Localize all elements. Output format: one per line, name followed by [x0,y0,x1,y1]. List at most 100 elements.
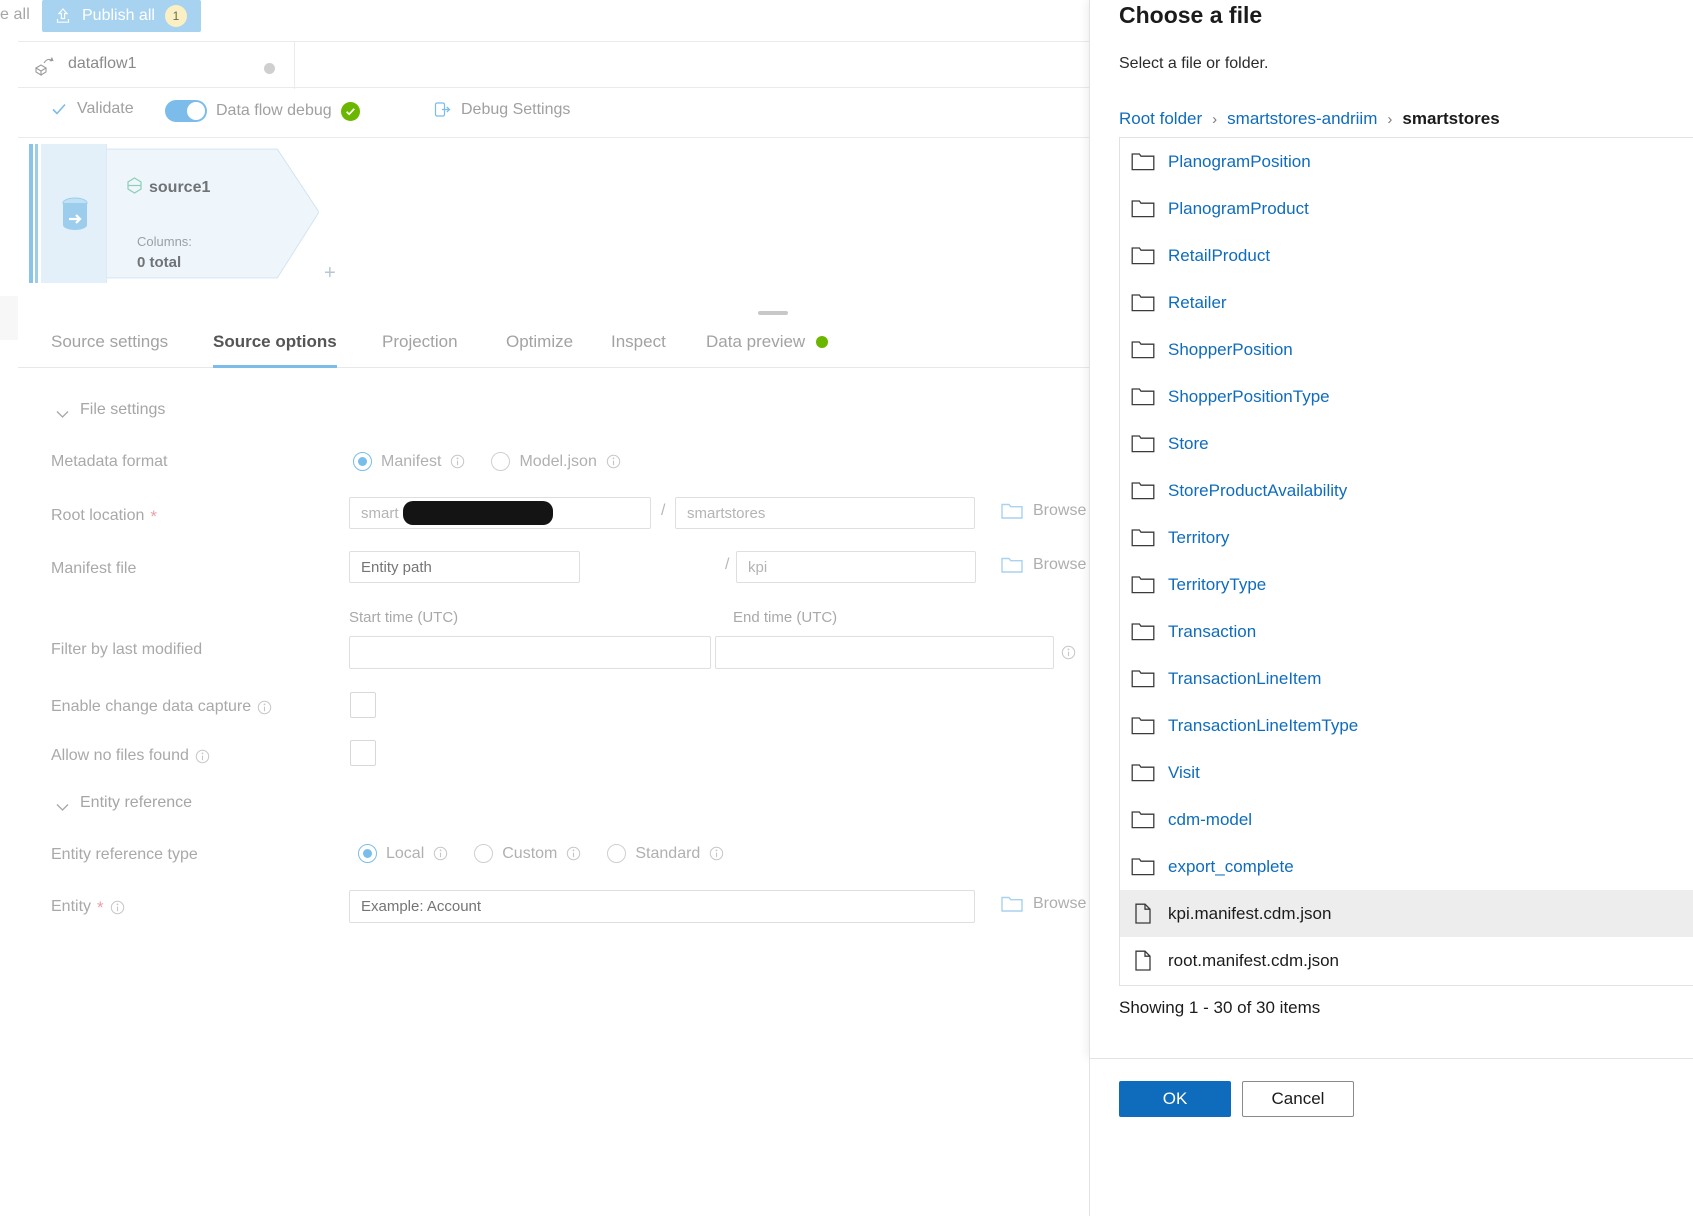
metadata-format-radio-group[interactable]: Manifest Model.json [353,452,647,471]
data-preview-status-dot-icon [816,336,829,348]
file-settings-section-header[interactable]: File settings [56,401,165,419]
browse-label: Browse [1033,501,1087,519]
breadcrumb-item-smartstores-andriim[interactable]: smartstores-andriim [1227,109,1377,129]
file-list-item-folder[interactable]: StoreProductAvailability [1120,467,1693,514]
folder-icon [1131,151,1155,172]
toggle-switch[interactable] [165,100,207,122]
node-title: source1 [125,176,210,200]
add-transformation-button[interactable]: + [324,262,336,285]
folder-icon [1131,480,1155,501]
entity-reference-type-radio-group[interactable]: Local Custom Standard [358,844,750,863]
folder-icon [1131,668,1155,689]
radio-model-json[interactable]: Model.json [491,452,621,471]
file-list-item-folder[interactable]: Visit [1120,749,1693,796]
file-list-item-folder[interactable]: PlanogramProduct [1120,185,1693,232]
file-list-item-folder[interactable]: export_complete [1120,843,1693,890]
folder-icon [1131,574,1155,595]
source-node[interactable]: source1 Columns: 0 total [29,144,319,283]
entity-input[interactable] [349,890,975,923]
truncated-command-label: e all [0,6,30,23]
data-flow-debug-toggle[interactable]: Data flow debug [165,100,360,122]
tab-optimize[interactable]: Optimize [506,322,573,368]
folder-icon [1131,762,1155,783]
panel-splitter-handle[interactable] [758,311,788,315]
file-list-item-folder[interactable]: TransactionLineItem [1120,655,1693,702]
node-source-icon [125,176,144,200]
chevron-down-icon [56,799,69,811]
info-icon[interactable] [709,846,724,861]
allow-no-files-found-checkbox[interactable] [350,740,376,766]
tab-source-options[interactable]: Source options [213,322,337,368]
info-icon[interactable] [606,454,621,469]
manifest-file-name-input[interactable]: kpi [736,551,976,583]
radio-custom[interactable]: Custom [474,844,581,863]
dataflow-name[interactable]: dataflow1 [68,55,137,73]
folder-icon [1131,527,1155,548]
info-icon[interactable] [566,846,581,861]
radio-indicator [358,844,377,863]
radio-indicator [607,844,627,863]
info-icon[interactable] [1061,645,1076,660]
green-check-icon [340,101,360,121]
tab-source-settings[interactable]: Source settings [51,322,168,368]
radio-local[interactable]: Local [358,844,448,863]
file-list-item-folder[interactable]: RetailProduct [1120,232,1693,279]
file-list-item-label: Territory [1168,527,1230,547]
file-list-item-folder[interactable]: ShopperPositionType [1120,373,1693,420]
file-list[interactable]: PlanogramPosition PlanogramProduct RetailP… [1119,137,1693,986]
entity-reference-section-header[interactable]: Entity reference [56,794,192,812]
file-list-item-folder[interactable]: Transaction [1120,608,1693,655]
file-settings-title: File settings [80,401,166,418]
node-columns-label: Columns: [137,234,192,249]
tab-label: Data preview [706,332,806,351]
file-list-item-label: cdm-model [1168,809,1253,829]
start-time-input[interactable] [349,636,711,669]
debug-settings-button[interactable]: Debug Settings [433,100,570,119]
ok-button[interactable]: OK [1119,1081,1231,1117]
radio-label: Manifest [381,452,442,470]
entity-browse-button[interactable]: Browse [1001,894,1086,913]
file-list-item-label: StoreProductAvailability [1168,480,1348,500]
tab-projection[interactable]: Projection [382,322,458,368]
radio-standard[interactable]: Standard [607,844,724,863]
manifest-file-label: Manifest file [51,560,136,578]
breadcrumb-item-smartstores[interactable]: smartstores [1402,109,1499,129]
label-text: Allow no files found [51,747,189,764]
node-accent-bar-1 [29,144,33,283]
file-list-item-folder[interactable]: Retailer [1120,279,1693,326]
validate-button[interactable]: Validate [50,100,134,118]
tab-label: Source options [213,332,337,351]
file-list-item-folder[interactable]: Territory [1120,514,1693,561]
tab-data-preview[interactable]: Data preview [706,322,829,368]
manifest-file-entity-path-input[interactable] [349,551,580,583]
required-asterisk: * [150,506,158,526]
root-location-folder-input[interactable]: smartstores [675,497,975,529]
file-list-item-folder[interactable]: cdm-model [1120,796,1693,843]
info-icon[interactable] [110,900,125,915]
enable-cdc-checkbox[interactable] [350,692,376,718]
browse-label: Browse [1033,894,1087,912]
end-time-input[interactable] [715,636,1054,669]
file-list-item-folder[interactable]: PlanogramPosition [1120,138,1693,185]
label-text: Filter by last modified [51,641,203,658]
file-list-item-folder[interactable]: ShopperPosition [1120,326,1693,373]
info-icon[interactable] [450,454,465,469]
file-list-item-file[interactable]: root.manifest.cdm.json [1120,937,1693,984]
file-list-item-folder[interactable]: Store [1120,420,1693,467]
tab-inspect[interactable]: Inspect [611,322,666,368]
manifest-file-browse-button[interactable]: Browse [1001,555,1086,574]
info-icon[interactable] [433,846,448,861]
left-rail-top [0,296,18,340]
root-location-browse-button[interactable]: Browse [1001,501,1086,520]
cancel-button[interactable]: Cancel [1242,1081,1354,1117]
publish-all-button[interactable]: Publish all 1 [42,0,201,32]
info-icon[interactable] [195,749,210,764]
info-icon[interactable] [257,700,272,715]
file-list-item-folder[interactable]: TerritoryType [1120,561,1693,608]
file-list-item-file[interactable]: kpi.manifest.cdm.json [1120,890,1693,937]
file-list-item-folder[interactable]: TransactionLineItemType [1120,702,1693,749]
radio-manifest[interactable]: Manifest [353,452,465,471]
breadcrumb-item-root-folder[interactable]: Root folder [1119,109,1202,129]
entity-reference-type-label: Entity reference type [51,846,198,864]
dataflow-canvas[interactable]: source1 Columns: 0 total + [18,138,1089,301]
